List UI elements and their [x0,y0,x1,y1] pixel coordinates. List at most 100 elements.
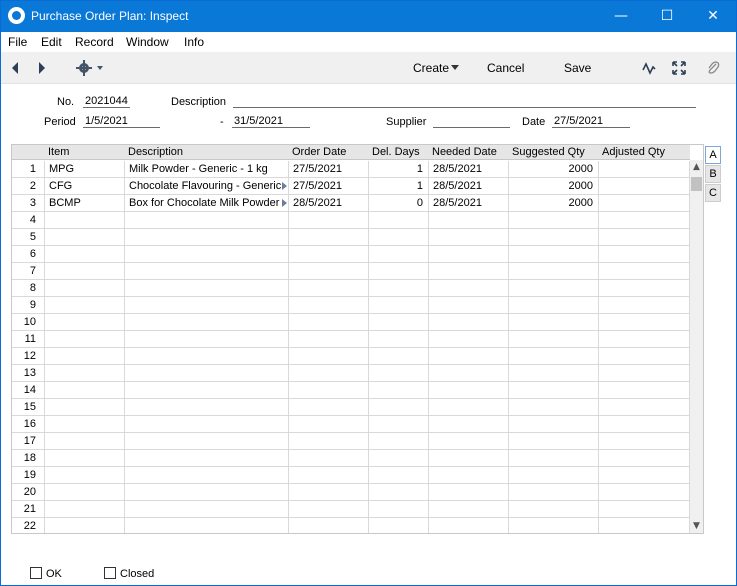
suggested-qty-cell[interactable] [509,501,599,517]
item-cell[interactable] [45,484,125,500]
adjusted-qty-cell[interactable] [599,314,690,330]
period-from-field[interactable]: 1/5/2021 [83,115,160,128]
item-cell[interactable] [45,501,125,517]
menu-window[interactable]: Window [126,35,169,49]
table-row[interactable]: 10 [12,314,690,331]
description-cell[interactable] [125,263,289,279]
del-days-cell[interactable] [369,467,429,483]
item-cell[interactable] [45,399,125,415]
needed-date-cell[interactable] [429,212,509,228]
adjusted-qty-cell[interactable] [599,450,690,466]
item-cell[interactable] [45,450,125,466]
description-field[interactable] [233,95,696,108]
adjusted-qty-cell[interactable] [599,467,690,483]
item-cell[interactable] [45,229,125,245]
period-to-field[interactable]: 31/5/2021 [232,115,310,128]
item-cell[interactable] [45,416,125,432]
order-date-cell[interactable] [289,399,369,415]
suggested-qty-cell[interactable] [509,518,599,533]
column-header-suggested-qty[interactable]: Suggested Qty [509,145,585,160]
item-cell[interactable] [45,331,125,347]
suggested-qty-cell[interactable] [509,229,599,245]
menu-edit[interactable]: Edit [41,35,62,49]
item-cell[interactable] [45,467,125,483]
needed-date-cell[interactable] [429,365,509,381]
table-row[interactable]: 6 [12,246,690,263]
description-cell[interactable] [125,365,289,381]
suggested-qty-cell[interactable]: 2000 [509,178,599,194]
suggested-qty-cell[interactable] [509,246,599,262]
suggested-qty-cell[interactable] [509,416,599,432]
suggested-qty-cell[interactable] [509,450,599,466]
activity-icon[interactable] [642,61,656,75]
needed-date-cell[interactable] [429,433,509,449]
table-row[interactable]: 18 [12,450,690,467]
order-date-cell[interactable] [289,467,369,483]
needed-date-cell[interactable] [429,416,509,432]
table-row[interactable]: 16 [12,416,690,433]
order-date-cell[interactable] [289,331,369,347]
del-days-cell[interactable] [369,263,429,279]
description-cell[interactable]: Milk Powder - Generic - 1 kg [125,161,289,177]
del-days-cell[interactable] [369,229,429,245]
order-date-cell[interactable] [289,314,369,330]
del-days-cell[interactable] [369,484,429,500]
no-field[interactable]: 2021044 [83,95,130,108]
arrow-right-icon[interactable] [282,182,287,190]
next-record-icon[interactable] [37,61,47,75]
needed-date-cell[interactable] [429,280,509,296]
order-date-cell[interactable] [289,450,369,466]
order-date-cell[interactable] [289,518,369,533]
item-cell[interactable] [45,365,125,381]
order-date-cell[interactable] [289,212,369,228]
del-days-cell[interactable] [369,314,429,330]
item-cell[interactable] [45,246,125,262]
table-row[interactable]: 5 [12,229,690,246]
order-date-cell[interactable] [289,348,369,364]
needed-date-cell[interactable] [429,297,509,313]
column-header-description[interactable]: Description [125,145,183,160]
order-date-cell[interactable] [289,263,369,279]
vertical-scrollbar[interactable]: ▲ ▼ [690,160,703,533]
table-row[interactable]: 13 [12,365,690,382]
order-date-cell[interactable] [289,365,369,381]
maximize-icon[interactable]: ☐ [644,1,690,32]
gear-icon[interactable] [76,60,106,76]
item-cell[interactable]: CFG [45,178,125,194]
adjusted-qty-cell[interactable] [599,195,690,211]
order-date-cell[interactable] [289,433,369,449]
order-date-cell[interactable]: 28/5/2021 [289,195,369,211]
adjusted-qty-cell[interactable] [599,416,690,432]
table-row[interactable]: 17 [12,433,690,450]
del-days-cell[interactable] [369,433,429,449]
del-days-cell[interactable] [369,280,429,296]
table-row[interactable]: 9 [12,297,690,314]
needed-date-cell[interactable] [429,348,509,364]
order-date-cell[interactable] [289,246,369,262]
table-row[interactable]: 8 [12,280,690,297]
expand-icon[interactable] [672,61,686,75]
table-row[interactable]: 1 MPG Milk Powder - Generic - 1 kg 27/5/202… [12,161,690,178]
needed-date-cell[interactable] [429,314,509,330]
tab-b[interactable]: B [705,165,721,183]
del-days-cell[interactable] [369,518,429,533]
description-cell[interactable] [125,348,289,364]
description-cell[interactable] [125,382,289,398]
adjusted-qty-cell[interactable] [599,297,690,313]
tab-c[interactable]: C [705,184,721,202]
item-cell[interactable] [45,433,125,449]
order-date-cell[interactable]: 27/5/2021 [289,161,369,177]
description-cell[interactable] [125,280,289,296]
adjusted-qty-cell[interactable] [599,229,690,245]
table-row[interactable]: 2 CFG Chocolate Flavouring - Generic 27/5/2… [12,178,690,195]
adjusted-qty-cell[interactable] [599,280,690,296]
menu-file[interactable]: File [8,35,27,49]
ok-checkbox[interactable] [30,567,42,579]
item-cell[interactable] [45,280,125,296]
item-cell[interactable] [45,297,125,313]
item-cell[interactable] [45,348,125,364]
suggested-qty-cell[interactable]: 2000 [509,161,599,177]
needed-date-cell[interactable]: 28/5/2021 [429,195,509,211]
description-cell[interactable] [125,314,289,330]
table-row[interactable]: 19 [12,467,690,484]
